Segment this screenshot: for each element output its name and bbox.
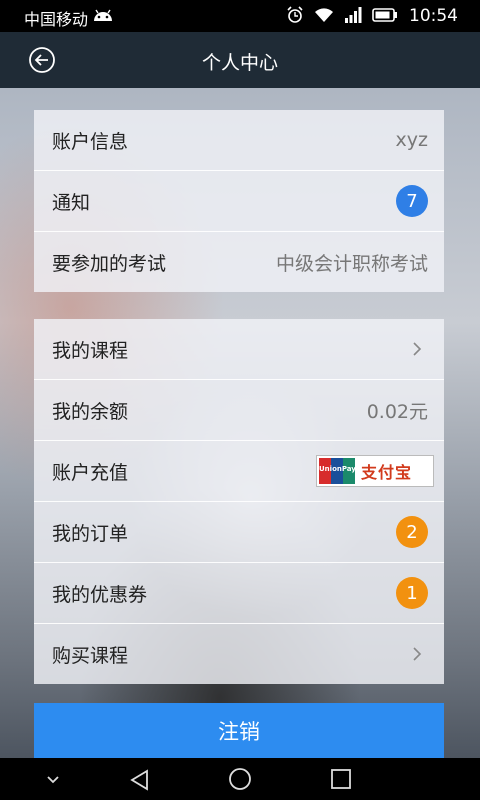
row-label: 购买课程 xyxy=(52,644,129,667)
username-value: xyz xyxy=(395,129,428,151)
row-label: 账户充值 xyxy=(52,461,129,484)
row-label: 我的课程 xyxy=(52,339,129,362)
carrier-name: 中国移动 xyxy=(24,10,89,29)
balance-row[interactable]: 我的余额 0.02元 xyxy=(34,380,444,441)
status-bar: 中国移动 10:54 xyxy=(0,0,480,32)
row-label: 我的订单 xyxy=(52,522,129,545)
account-section: 账户信息 xyz 通知 7 要参加的考试 中级会计职称考试 xyxy=(34,110,444,292)
home-circle-icon[interactable] xyxy=(228,767,252,791)
row-label: 我的余额 xyxy=(52,400,129,423)
service-section: 我的课程 我的余额 0.02元 账户充值 UnionPay 支付宝 我的订单 2 xyxy=(34,319,444,684)
wifi-icon xyxy=(315,8,333,22)
phone-screen: 中国移动 10:54 个人中心 账户信息 xyz 通知 7 要参加的考试 中级会… xyxy=(0,0,480,800)
alipay-logo: 支付宝 xyxy=(361,463,413,482)
clock: 10:54 xyxy=(409,6,458,26)
alarm-icon xyxy=(287,6,303,23)
notification-badge: 7 xyxy=(396,185,428,217)
chevron-down-icon[interactable] xyxy=(44,770,62,788)
recharge-row[interactable]: 账户充值 UnionPay 支付宝 xyxy=(34,441,444,502)
exam-row[interactable]: 要参加的考试 中级会计职称考试 xyxy=(34,232,444,292)
logout-button[interactable]: 注销 xyxy=(34,703,444,758)
buy-courses-row[interactable]: 购买课程 xyxy=(34,624,444,684)
nav-bar xyxy=(0,758,480,800)
title-bar: 个人中心 xyxy=(0,32,480,88)
orders-badge: 2 xyxy=(396,516,428,548)
payment-logos: UnionPay 支付宝 xyxy=(316,455,434,487)
row-label: 账户信息 xyxy=(52,130,129,153)
my-coupons-row[interactable]: 我的优惠券 1 xyxy=(34,563,444,624)
balance-value: 0.02元 xyxy=(366,400,428,423)
coupons-badge: 1 xyxy=(396,577,428,609)
signal-icon xyxy=(345,7,362,23)
my-orders-row[interactable]: 我的订单 2 xyxy=(34,502,444,563)
unionpay-logo: UnionPay xyxy=(319,458,356,484)
row-label: 我的优惠券 xyxy=(52,583,148,606)
page-title: 个人中心 xyxy=(201,52,278,74)
row-label: 通知 xyxy=(52,191,91,214)
exam-value: 中级会计职称考试 xyxy=(275,252,428,275)
notification-row[interactable]: 通知 7 xyxy=(34,171,444,232)
row-label: 要参加的考试 xyxy=(52,252,167,275)
my-courses-row[interactable]: 我的课程 xyxy=(34,319,444,380)
account-info-row[interactable]: 账户信息 xyz xyxy=(34,110,444,171)
android-icon xyxy=(94,9,112,21)
chevron-right-icon xyxy=(413,647,422,661)
chevron-right-icon xyxy=(413,342,422,356)
recent-square-icon[interactable] xyxy=(330,768,352,790)
battery-icon xyxy=(372,8,397,22)
back-triangle-icon[interactable] xyxy=(128,768,152,792)
